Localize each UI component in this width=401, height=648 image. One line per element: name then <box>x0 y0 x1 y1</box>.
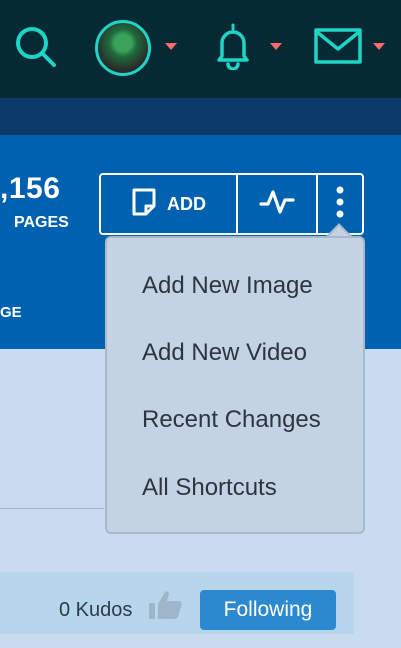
thumbs-up-icon[interactable] <box>148 589 184 626</box>
add-button[interactable]: ADD <box>101 175 238 233</box>
more-vertical-icon <box>335 185 345 224</box>
content-divider <box>0 508 104 509</box>
messages-caret-icon[interactable] <box>373 43 385 50</box>
following-button[interactable]: Following <box>200 590 336 630</box>
kudos-count: 0 Kudos <box>59 599 133 621</box>
wiki-action-buttons: ADD <box>99 173 364 235</box>
menu-item-all-shortcuts[interactable]: All Shortcuts <box>142 474 277 502</box>
search-icon[interactable] <box>13 24 59 75</box>
menu-item-add-new-image[interactable]: Add New Image <box>142 272 313 300</box>
sub-header-strip <box>0 98 401 135</box>
avatar-dropdown-caret-icon[interactable] <box>165 43 177 50</box>
notifications-caret-icon[interactable] <box>270 43 282 50</box>
activity-icon <box>259 187 295 222</box>
shortcuts-dropdown-menu: Add New Image Add New Video Recent Chang… <box>105 236 365 534</box>
activity-button[interactable] <box>238 175 318 233</box>
add-button-label: ADD <box>167 193 206 214</box>
avatar[interactable] <box>95 20 151 76</box>
partial-stat-label: GE <box>0 304 22 321</box>
page-icon <box>131 187 157 222</box>
mail-icon[interactable] <box>314 28 362 69</box>
menu-item-add-new-video[interactable]: Add New Video <box>142 339 307 367</box>
bell-icon[interactable] <box>216 22 250 75</box>
menu-item-recent-changes[interactable]: Recent Changes <box>142 406 321 434</box>
page-count-label: PAGES <box>14 214 69 231</box>
page-count-value: ,156 <box>0 172 61 205</box>
